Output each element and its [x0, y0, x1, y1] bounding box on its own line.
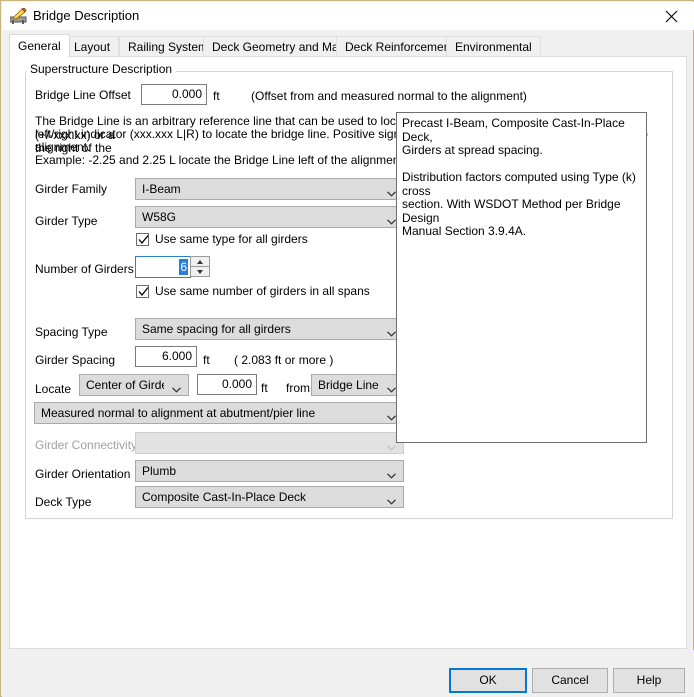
bridge-line-offset-unit: ft	[213, 89, 220, 103]
bridge-description-window: Bridge Description General Layout Railin…	[0, 0, 694, 697]
group-title: Superstructure Description	[26, 63, 176, 75]
tab-deck-reinforcement[interactable]: Deck Reinforcement	[336, 36, 463, 57]
chevron-down-icon	[387, 326, 396, 332]
chevron-down-icon	[387, 494, 396, 500]
girder-family-value: I-Beam	[142, 179, 379, 199]
girder-spacing-unit: ft	[203, 353, 210, 367]
chevron-down-icon	[387, 214, 396, 220]
girder-spacing-label: Girder Spacing	[35, 353, 115, 367]
use-same-type-label: Use same type for all girders	[155, 232, 308, 247]
number-of-girders-value: 6	[179, 259, 188, 275]
locate-reference-select[interactable]: Center of Girders	[79, 374, 189, 396]
spacing-type-value: Same spacing for all girders	[142, 319, 379, 339]
use-same-number-label: Use same number of girders in all spans	[155, 284, 370, 299]
locate-reference-value: Center of Girders	[86, 375, 164, 395]
girder-description-panel: Precast I-Beam, Composite Cast-In-Place …	[396, 112, 647, 443]
spacing-type-select[interactable]: Same spacing for all girders	[135, 318, 404, 340]
checkbox-box	[136, 285, 149, 298]
measurement-method-value: Measured normal to alignment at abutment…	[41, 403, 379, 423]
tab-layout[interactable]: Layout	[65, 36, 119, 57]
girder-family-label: Girder Family	[35, 182, 107, 196]
girder-orientation-value: Plumb	[142, 461, 379, 481]
deck-type-value: Composite Cast-In-Place Deck	[142, 487, 379, 507]
chevron-down-icon	[387, 186, 396, 192]
checkbox-box	[136, 233, 149, 246]
deck-type-label: Deck Type	[35, 495, 91, 509]
help-button[interactable]: Help	[613, 668, 685, 693]
locate-offset-input[interactable]: 0.000	[197, 374, 257, 395]
tab-strip: General Layout Railing System Deck Geome…	[9, 34, 687, 57]
bridge-line-offset-note: (Offset from and measured normal to the …	[251, 89, 527, 103]
locate-from-select[interactable]: Bridge Line	[311, 374, 404, 396]
girder-family-select[interactable]: I-Beam	[135, 178, 404, 200]
girder-type-select[interactable]: W58G	[135, 206, 404, 228]
cancel-button[interactable]: Cancel	[532, 668, 608, 693]
girder-spacing-note: ( 2.083 ft or more )	[234, 353, 333, 367]
spacing-type-label: Spacing Type	[35, 325, 108, 339]
bridge-line-offset-input[interactable]: 0.000	[141, 84, 207, 105]
girder-type-value: W58G	[142, 207, 379, 227]
ok-button[interactable]: OK	[449, 668, 527, 693]
locate-label: Locate	[35, 382, 71, 396]
girder-orientation-select[interactable]: Plumb	[135, 460, 404, 482]
chevron-down-icon	[387, 382, 396, 388]
window-title: Bridge Description	[33, 8, 139, 24]
number-of-girders-label: Number of Girders	[35, 262, 134, 276]
measurement-method-select[interactable]: Measured normal to alignment at abutment…	[34, 402, 404, 424]
caret-up-icon	[197, 260, 203, 264]
title-bar: Bridge Description	[2, 2, 694, 30]
tab-general[interactable]: General	[9, 34, 70, 58]
girder-spacing-input[interactable]: 6.000	[135, 346, 197, 367]
girder-type-label: Girder Type	[35, 214, 97, 228]
caret-down-icon	[197, 270, 203, 274]
bridge-description-icon	[10, 8, 27, 24]
girder-connectivity-select	[135, 432, 404, 454]
chevron-down-icon	[387, 468, 396, 474]
stepper-buttons	[190, 256, 210, 278]
bridge-line-offset-label: Bridge Line Offset	[35, 88, 131, 102]
locate-from-value: Bridge Line	[318, 375, 379, 395]
locate-offset-unit: ft	[261, 381, 268, 395]
close-icon[interactable]	[649, 2, 694, 30]
tab-environmental[interactable]: Environmental	[446, 36, 541, 57]
deck-type-select[interactable]: Composite Cast-In-Place Deck	[135, 486, 404, 508]
girder-connectivity-label: Girder Connectivity	[35, 438, 137, 452]
locate-from-label: from	[286, 381, 310, 395]
chevron-down-icon	[387, 410, 396, 416]
number-of-girders-stepper[interactable]: 6	[135, 256, 191, 278]
stepper-decrement-button[interactable]	[190, 266, 210, 277]
chevron-down-icon	[387, 440, 396, 446]
girder-orientation-label: Girder Orientation	[35, 467, 130, 481]
chevron-down-icon	[172, 382, 181, 388]
